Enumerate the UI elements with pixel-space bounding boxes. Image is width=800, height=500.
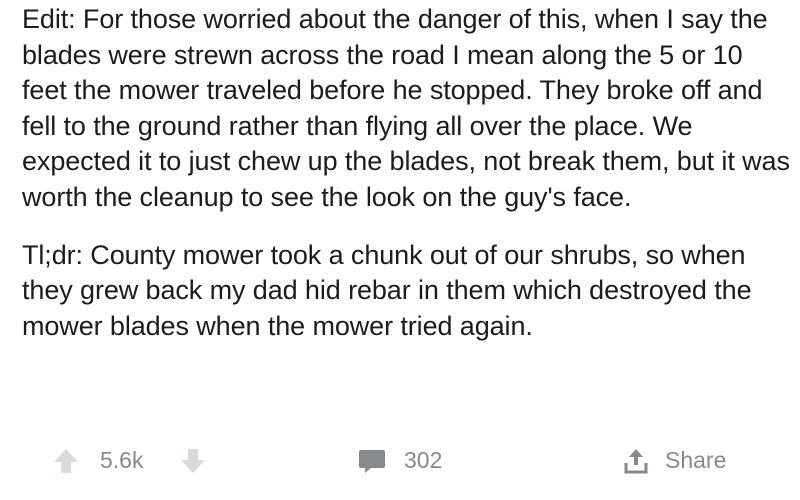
arrow-up-icon <box>51 446 81 476</box>
speech-bubble-icon <box>357 446 387 476</box>
upvote-button[interactable] <box>51 446 81 476</box>
post-paragraph-tldr: Tl;dr: County mower took a chunk out of … <box>22 239 752 341</box>
post-paragraph-edit: Edit: For those worried about the danger… <box>22 4 790 212</box>
post-action-bar: 5.6k 302 Share <box>0 440 800 484</box>
share-label[interactable]: Share <box>665 447 726 474</box>
vote-score: 5.6k <box>100 447 144 473</box>
comment-count: 302 <box>404 447 443 473</box>
post-body: Edit: For those worried about the danger… <box>22 0 792 344</box>
comments-button[interactable] <box>357 446 387 476</box>
arrow-down-icon <box>178 446 208 476</box>
share-upload-icon <box>621 446 651 476</box>
downvote-button[interactable] <box>178 446 208 476</box>
share-button[interactable] <box>621 446 651 476</box>
